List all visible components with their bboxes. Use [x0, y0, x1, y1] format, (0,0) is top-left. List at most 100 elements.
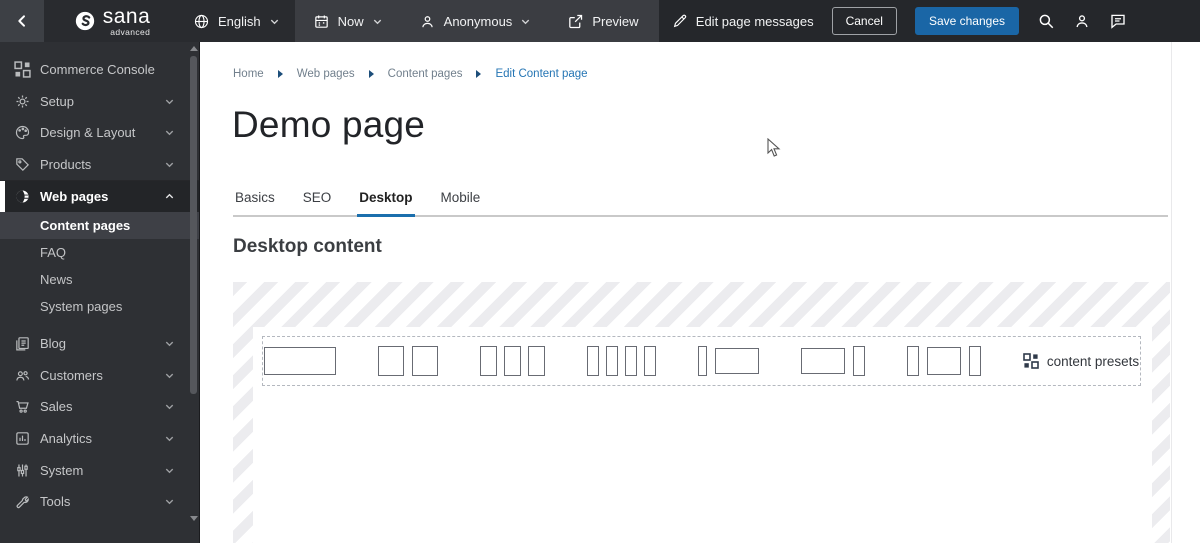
- sidebar-item-label: Blog: [40, 336, 66, 351]
- content-presets-button[interactable]: content presets: [1023, 353, 1139, 369]
- column-block: [606, 346, 618, 376]
- sidebar-item-label: Commerce Console: [40, 62, 155, 77]
- preview-button[interactable]: Preview: [567, 13, 638, 30]
- preset-four-columns[interactable]: [587, 346, 656, 376]
- sidebar-item-products[interactable]: Products: [0, 149, 199, 181]
- column-block: [528, 346, 545, 376]
- search-button[interactable]: [1037, 12, 1055, 30]
- breadcrumb-content-pages[interactable]: Content pages: [388, 68, 463, 80]
- sidebar-item-label: Products: [40, 157, 91, 172]
- open-preview-icon: [567, 13, 584, 30]
- column-block: [644, 346, 656, 376]
- preset-narrow-sides[interactable]: [907, 346, 981, 376]
- user-selector[interactable]: Anonymous: [419, 13, 532, 30]
- tab-desktop[interactable]: Desktop: [357, 190, 414, 217]
- chevron-down-icon: [164, 159, 175, 170]
- preset-narrow-right[interactable]: [801, 346, 865, 376]
- sidebar-subitem-label: System pages: [40, 299, 122, 314]
- schedule-label: Now: [338, 14, 364, 29]
- sidebar-item-blog[interactable]: Blog: [0, 328, 199, 360]
- sidebar-item-customers[interactable]: Customers: [0, 360, 199, 392]
- breadcrumb: Home Web pages Content pages Edit Conten…: [233, 68, 588, 80]
- sidebar-item-design-layout[interactable]: Design & Layout: [0, 117, 199, 149]
- sidebar-gap: [0, 320, 199, 328]
- column-block: [853, 346, 865, 376]
- edit-page-messages-button[interactable]: Edit page messages: [672, 13, 814, 29]
- sidebar-item-web-pages[interactable]: Web pages: [0, 180, 199, 212]
- sidebar-scrollbar[interactable]: [188, 42, 198, 543]
- sidebar-subitem-faq[interactable]: FAQ: [0, 239, 199, 266]
- sidebar-item-sales[interactable]: Sales: [0, 391, 199, 423]
- person-icon: [419, 13, 436, 30]
- tab-seo[interactable]: SEO: [301, 190, 334, 215]
- sidebar-subitem-content-pages[interactable]: Content pages: [0, 212, 199, 239]
- breadcrumb-web-pages[interactable]: Web pages: [297, 68, 355, 80]
- grid-icon: [14, 61, 31, 78]
- page-scrollbar-track[interactable]: [1171, 42, 1172, 543]
- wrench-icon: [14, 493, 31, 510]
- breadcrumb-separator-icon: [369, 70, 374, 78]
- back-button[interactable]: [0, 0, 44, 42]
- sidebar-subitem-label: News: [40, 272, 73, 287]
- comments-button[interactable]: [1109, 12, 1127, 30]
- chevron-down-icon: [164, 465, 175, 476]
- scrollbar-thumb[interactable]: [190, 56, 197, 394]
- sidebar-item-label: Analytics: [40, 431, 92, 446]
- account-button[interactable]: [1073, 12, 1091, 30]
- globe-icon: [193, 13, 210, 30]
- sidebar-item-analytics[interactable]: Analytics: [0, 423, 199, 455]
- language-selector[interactable]: English: [180, 0, 295, 42]
- chart-icon: [14, 430, 31, 447]
- sidebar-item-label: Tools: [40, 494, 70, 509]
- sidebar-item-label: Customers: [40, 368, 103, 383]
- preset-one-column[interactable]: [264, 347, 336, 375]
- sidebar-item-setup[interactable]: Setup: [0, 86, 199, 118]
- breadcrumb-separator-icon: [278, 70, 283, 78]
- tab-basics[interactable]: Basics: [233, 190, 277, 215]
- scroll-up-arrow[interactable]: [190, 46, 198, 51]
- content-presets-bar: content presets: [262, 336, 1141, 386]
- breadcrumb-home[interactable]: Home: [233, 68, 264, 80]
- tag-icon: [14, 156, 31, 173]
- preset-narrow-left[interactable]: [698, 346, 759, 376]
- sidebar-item-commerce-console[interactable]: Commerce Console: [0, 54, 199, 86]
- edit-page-messages-label: Edit page messages: [696, 14, 814, 29]
- scroll-down-arrow[interactable]: [190, 516, 198, 521]
- sidebar-subitem-system-pages[interactable]: System pages: [0, 293, 199, 320]
- content-editor-area: content presets: [253, 327, 1152, 543]
- sidebar-item-tools[interactable]: Tools: [0, 486, 199, 518]
- preset-two-columns[interactable]: [378, 346, 438, 376]
- column-block: [480, 346, 497, 376]
- sidebar-subitem-news[interactable]: News: [0, 266, 199, 293]
- preset-three-columns[interactable]: [480, 346, 545, 376]
- sana-logo-icon: [74, 10, 96, 32]
- column-block: [264, 347, 336, 375]
- tab-mobile[interactable]: Mobile: [439, 190, 483, 215]
- search-icon: [1037, 12, 1055, 30]
- sana-admin-screen: sana advanced English Now Anonymous Prev…: [0, 0, 1200, 543]
- column-block: [715, 348, 759, 374]
- sidebar-item-label: Web pages: [40, 189, 108, 204]
- sana-logo[interactable]: sana advanced: [44, 0, 180, 42]
- chevron-down-icon: [164, 127, 175, 138]
- save-changes-button[interactable]: Save changes: [915, 7, 1019, 35]
- column-block: [412, 346, 438, 376]
- active-section-bar: [0, 181, 5, 212]
- sidebar-item-system[interactable]: System: [0, 454, 199, 486]
- chevron-down-icon: [164, 433, 175, 444]
- customers-icon: [14, 367, 31, 384]
- chevron-down-icon: [269, 16, 280, 27]
- chevron-up-icon: [164, 191, 175, 202]
- sidebar-subitem-label: Content pages: [40, 218, 130, 233]
- breadcrumb-current: Edit Content page: [495, 68, 587, 80]
- sidebar-item-label: Sales: [40, 399, 73, 414]
- chat-icon: [1109, 12, 1127, 30]
- sidebar-item-label: Setup: [40, 94, 74, 109]
- content-presets-label: content presets: [1047, 354, 1139, 369]
- cart-icon: [14, 398, 31, 415]
- chevron-left-icon: [14, 13, 30, 29]
- cancel-button[interactable]: Cancel: [832, 7, 897, 35]
- schedule-selector[interactable]: Now: [313, 13, 383, 30]
- page-title: Demo page: [232, 104, 425, 146]
- language-label: English: [218, 14, 261, 29]
